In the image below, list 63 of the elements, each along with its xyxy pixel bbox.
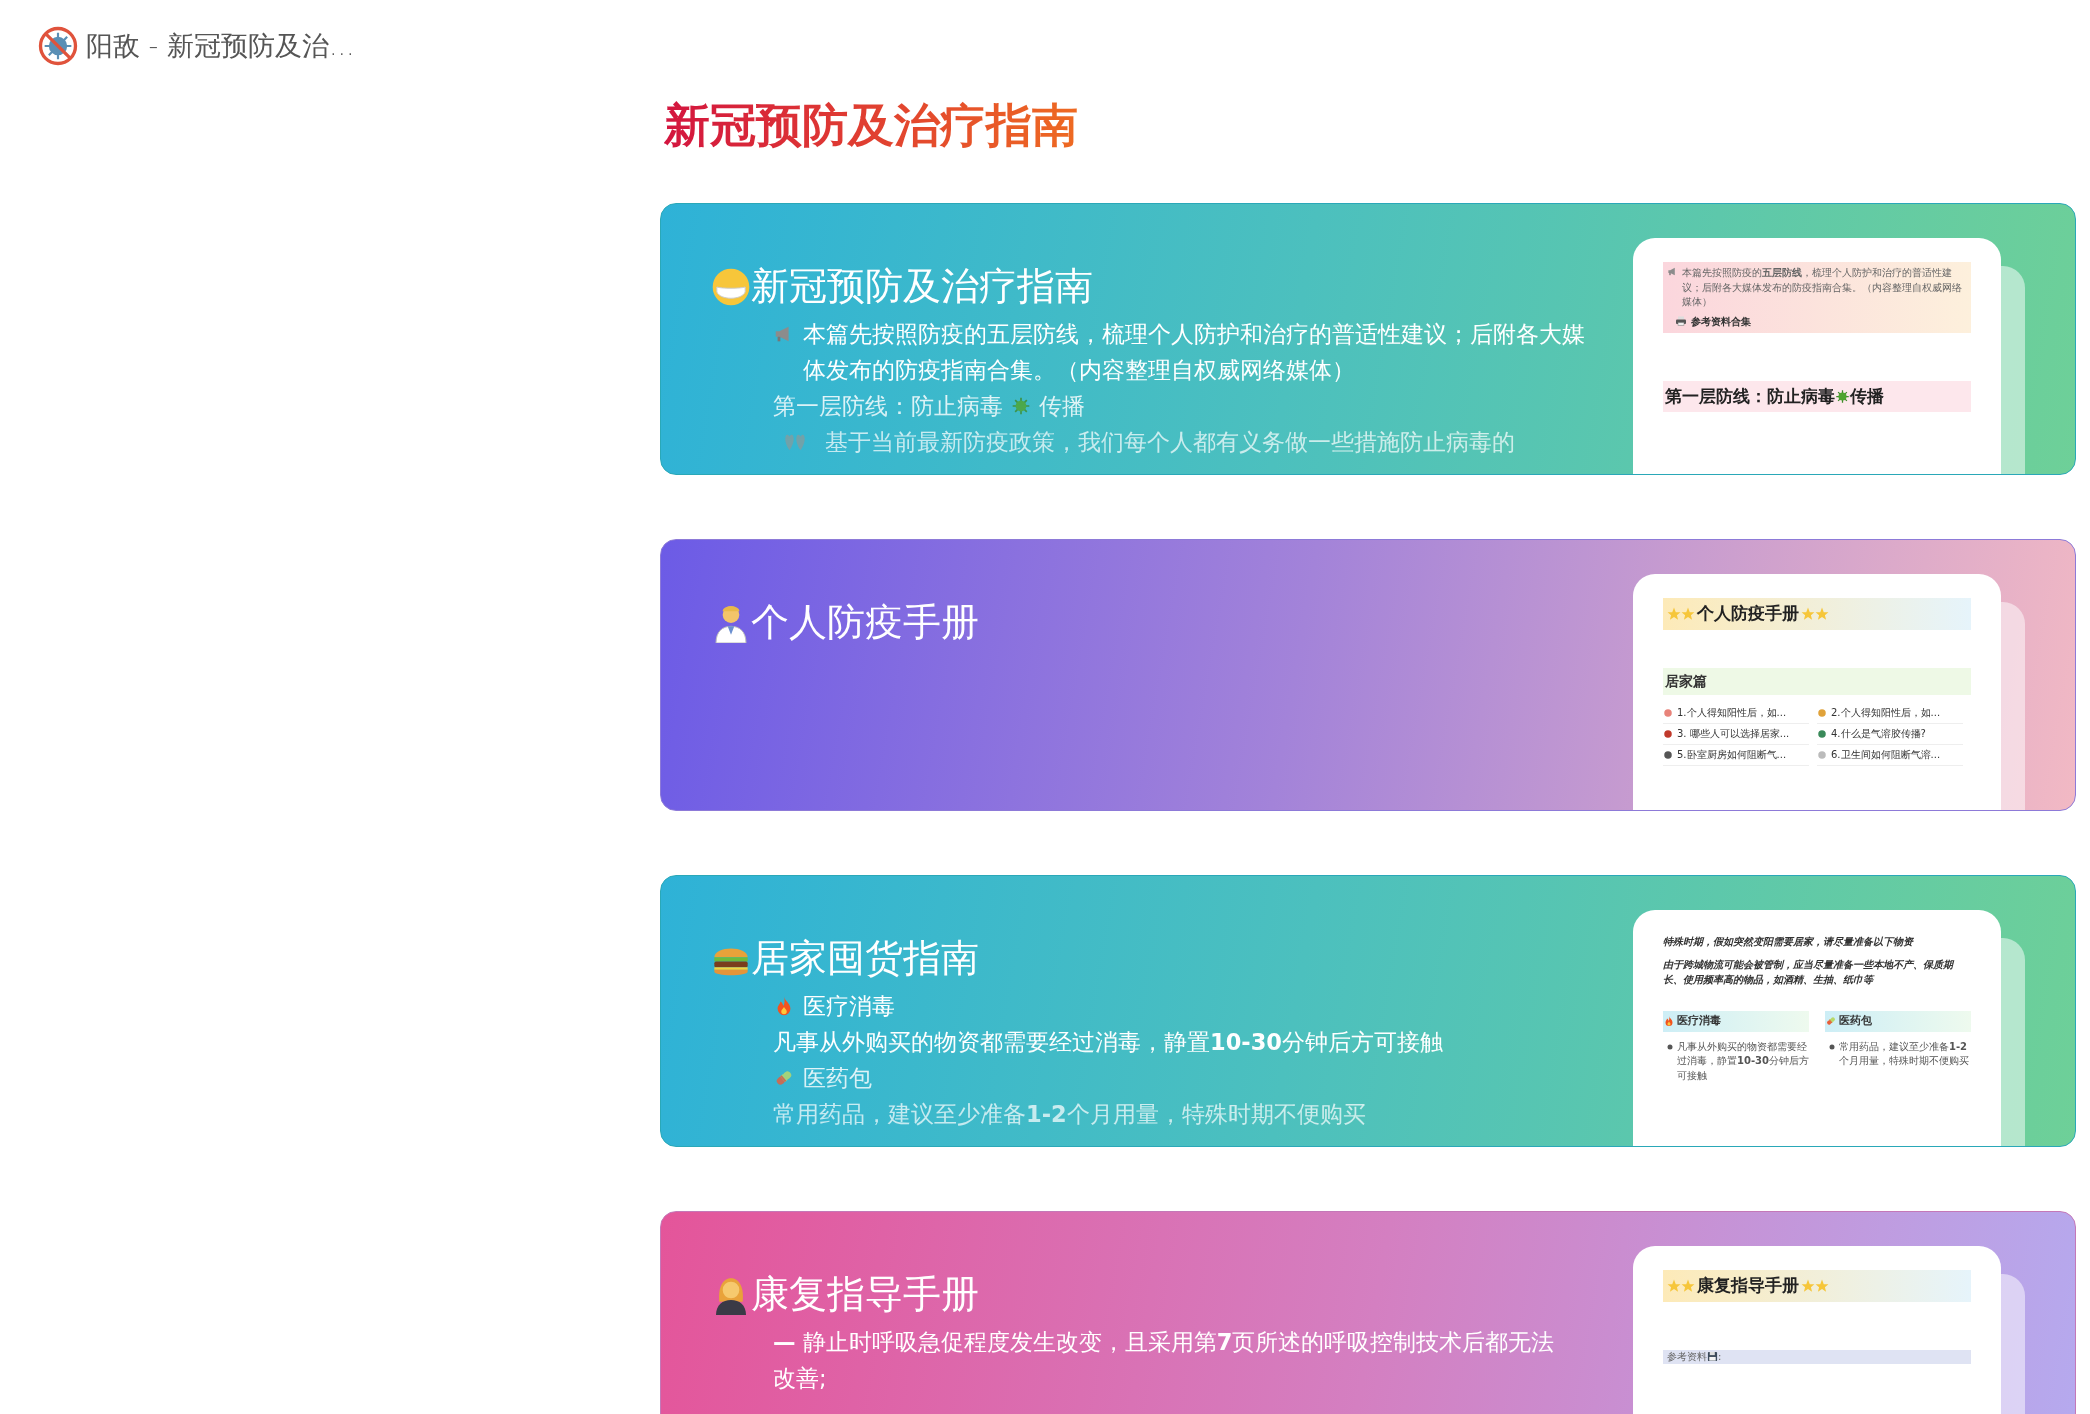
page-title: 阳敌 - 新冠预防及治...: [86, 29, 355, 63]
guide-card[interactable]: 新冠预防及治疗指南 本篇先按照防疫的五层防线，梳理个人防护和治疗的普适性建议；后附各大媒体发布的防疫指南合集。（内容整理自权威网络媒体） 第一层防线：防止病毒 传播 基于当前最新防疫政策，我们每个人都有义务做一些措施防止病毒的 本篇先按照防疫的五层防线，梳理个人防护和治疗的普适性建议；后附各大媒体发布的防疫指南合集。（内容整理自权威网络媒体） 参考资料合集 第一层防线：防止病毒 传播: [660, 203, 2076, 476]
item-icon: [1663, 728, 1673, 739]
list-item[interactable]: 1.个人得知阳性后，如...: [1663, 702, 1809, 724]
card-title: 个人防疫手册: [751, 600, 979, 646]
card-text: 基于当前最新防疫政策，我们每个人都有义务做一些措施防止病毒的: [825, 427, 1516, 457]
card-text: 医疗消毒: [803, 991, 896, 1021]
item-icon: [1817, 728, 1827, 739]
card-text: 传播: [1039, 391, 1085, 421]
card-text: — 静止时呼吸急促程度发生改变，且采用第7页所述的呼吸控制技术后都无法改善;: [773, 1327, 1556, 1393]
item-icon: [1817, 707, 1827, 718]
star-icon: [1681, 606, 1695, 621]
card-text: 医药包: [803, 1063, 873, 1093]
printer-icon: [1675, 315, 1687, 328]
card-title: 新冠预防及治疗指南: [751, 264, 1093, 310]
pill-icon: [1825, 1015, 1837, 1028]
guide-card[interactable]: 个人防疫手册 个人防疫手册 居家篇 1.个人得知阳性后，如... 2.个人得知阳性后，如... 3. 哪些人可以选择居家... 4.什么是气溶胶传播? 5.卧室厨房如何阻断气... 6.卫生间如何阻断气溶...: [660, 539, 2076, 812]
list-item[interactable]: 5.卧室厨房如何阻断气...: [1663, 744, 1809, 766]
virus-icon: [1011, 395, 1031, 416]
card-title: 居家囤货指南: [751, 936, 979, 982]
column-heading: 医疗消毒: [1676, 1013, 1722, 1030]
bullet-icon: [1667, 1043, 1673, 1050]
preview-label: 参考资料合集: [1691, 314, 1751, 329]
item-icon: [1663, 749, 1673, 760]
bullet-icon: [1829, 1043, 1835, 1050]
preview-text: 凡事从外购买的物资都需要经过消毒，静置10-30分钟后方可接触: [1677, 1039, 1809, 1083]
column-heading: 医药包: [1838, 1013, 1873, 1030]
virus-icon: [1835, 388, 1850, 404]
preview-label: :: [1718, 1349, 1722, 1364]
guide-card[interactable]: 康复指导手册 — 静止时呼吸急促程度发生改变，且采用第7页所述的呼吸控制技术后都无法改善; 康复指导手册 参考资料 :: [660, 1211, 2076, 1414]
preview-heading: 个人防疫手册: [1696, 602, 1800, 626]
card-text: 凡事从外购买的物资都需要经过消毒，静置10-30分钟后方可接触: [773, 1027, 1444, 1057]
preview-text: 常用药品，建议至少准备1-2个月用量，特殊时期不便购买: [1839, 1039, 1970, 1069]
card-text: 常用药品，建议至少准备1-2个月用量，特殊时期不便购买: [773, 1099, 1367, 1129]
preview-heading: 康复指导手册: [1696, 1274, 1800, 1298]
preview-note: 特殊时期，假如突然变阳需要居家，请尽量准备以下物资: [1663, 935, 1915, 950]
guide-card[interactable]: [660, 875, 2076, 1148]
mask-face-icon: [711, 267, 751, 307]
star-icon: [1681, 1278, 1695, 1293]
card-title: 康复指导手册: [751, 1272, 979, 1318]
fire-icon: [1663, 1015, 1675, 1028]
card-text: 本篇先按照防疫的五层防线，梳理个人防护和治疗的普适性建议；后附各大媒体发布的防疫指南合集。（内容整理自权威网络媒体）: [803, 319, 1586, 385]
item-icon: [1663, 707, 1673, 718]
item-icon: [1817, 749, 1827, 760]
preview-text: 本篇先按照防疫的五层防线，梳理个人防护和治疗的普适性建议；后附各大媒体发布的防疫指南合集。（内容整理自权威网络媒体）: [1682, 266, 1963, 310]
card-text: 第一层防线：防止病毒: [773, 391, 1003, 421]
star-icon: [1667, 1278, 1681, 1293]
preview-note: 由于跨城物流可能会被管制，应当尽量准备一些本地不产、保质期长、使用频率高的物品，如酒精、生抽、纸巾等: [1663, 958, 1956, 988]
section-heading: 居家篇: [1663, 667, 1971, 695]
star-icon: [1815, 606, 1829, 621]
list-item[interactable]: 3. 哪些人可以选择居家...: [1663, 723, 1809, 745]
preview-label: 参考资料: [1667, 1349, 1707, 1364]
preview-heading: 第一层防线：防止病毒: [1664, 384, 1835, 408]
list-item[interactable]: 4.什么是气溶胶传播?: [1817, 723, 1963, 745]
star-icon: [1801, 1278, 1815, 1293]
list-item[interactable]: 6.卫生间如何阻断气溶...: [1817, 744, 1963, 766]
preview-heading: 传播: [1850, 384, 1885, 408]
no-virus-icon: [38, 26, 78, 67]
star-icon: [1815, 1278, 1829, 1293]
star-icon: [1667, 606, 1681, 621]
star-icon: [1801, 606, 1815, 621]
megaphone-icon: [1667, 266, 1678, 278]
list-item[interactable]: 2.个人得知阳性后，如...: [1817, 702, 1963, 724]
